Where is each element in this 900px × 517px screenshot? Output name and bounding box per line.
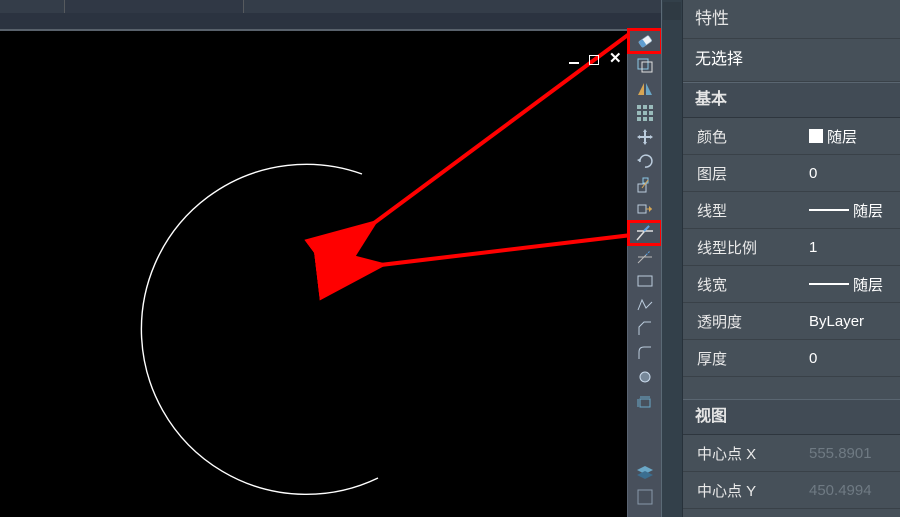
- drawing-viewport[interactable]: ✕: [0, 29, 627, 517]
- tool-fillet[interactable]: [628, 341, 662, 365]
- tool-extend[interactable]: [628, 245, 662, 269]
- tool-polyline[interactable]: [628, 293, 662, 317]
- chamfer-icon: [636, 320, 654, 338]
- tool-array[interactable]: [628, 101, 662, 125]
- prop-value-thickness[interactable]: 0: [809, 350, 900, 367]
- tool-copy-properties[interactable]: [628, 53, 662, 77]
- tool-scale[interactable]: [628, 173, 662, 197]
- eraser-icon: [635, 31, 655, 51]
- viewport-window-controls: ✕: [569, 55, 619, 65]
- move-icon: [636, 128, 654, 146]
- category-basic[interactable]: 基本: [683, 82, 900, 118]
- prop-row-center-y: 中心点 Y 450.4994: [683, 472, 900, 509]
- prop-value-color[interactable]: 随层: [809, 126, 900, 147]
- category-view[interactable]: 视图: [683, 399, 900, 435]
- prop-value-linetype[interactable]: 随层: [809, 200, 900, 221]
- explode-icon: [636, 392, 654, 410]
- prop-label: 线宽: [683, 274, 809, 295]
- layers-icon: [635, 463, 655, 483]
- tool-trim[interactable]: [628, 221, 662, 245]
- point-icon: [636, 368, 654, 386]
- stretch-icon: [636, 200, 654, 218]
- rotate-icon: [636, 152, 654, 170]
- tool-eraser[interactable]: [628, 29, 662, 53]
- close-icon[interactable]: ✕: [609, 55, 619, 65]
- properties-palette-grip[interactable]: [661, 0, 684, 517]
- tool-rectangle[interactable]: [628, 269, 662, 293]
- prop-label: 线型: [683, 200, 809, 221]
- arc-entity[interactable]: [141, 164, 378, 494]
- copy-properties-icon: [636, 56, 654, 74]
- tool-stretch[interactable]: [628, 197, 662, 221]
- prop-label: 颜色: [683, 126, 809, 147]
- polyline-icon: [636, 296, 654, 314]
- drawing-canvas[interactable]: [0, 29, 627, 517]
- tool-rotate[interactable]: [628, 149, 662, 173]
- prop-value-ltscale[interactable]: 1: [809, 239, 900, 256]
- prop-row-center-x: 中心点 X 555.8901: [683, 435, 900, 472]
- fillet-icon: [636, 344, 654, 362]
- prop-row-thickness: 厚度 0: [683, 340, 900, 377]
- app-root: ✕: [0, 0, 900, 517]
- tool-explode[interactable]: [628, 389, 662, 413]
- prop-row-lineweight: 线宽 随层: [683, 266, 900, 303]
- more-icon: [636, 488, 654, 506]
- annotation-arrow-trim: [372, 234, 627, 266]
- extend-icon: [636, 248, 654, 266]
- tool-point[interactable]: [628, 365, 662, 389]
- linetype-glyph-icon: [809, 209, 849, 211]
- prop-value-center-y[interactable]: 450.4994: [809, 482, 900, 499]
- properties-panel: 特性 无选择 基本 颜色 随层 图层 0 线型 随层 线型比例: [683, 0, 900, 517]
- tool-chamfer[interactable]: [628, 317, 662, 341]
- prop-label: 厚度: [683, 348, 809, 369]
- prop-label: 线型比例: [683, 237, 809, 258]
- modify-toolbar: [627, 29, 663, 517]
- maximize-icon[interactable]: [589, 55, 599, 65]
- lineweight-glyph-icon: [809, 283, 849, 285]
- rectangle-icon: [636, 272, 654, 290]
- trim-icon: [635, 223, 655, 243]
- prop-row-layer: 图层 0: [683, 155, 900, 192]
- prop-row-linetype: 线型 随层: [683, 192, 900, 229]
- document-tab[interactable]: [64, 0, 244, 13]
- prop-value-center-x[interactable]: 555.8901: [809, 445, 900, 462]
- prop-row-transparency: 透明度 ByLayer: [683, 303, 900, 340]
- mirror-icon: [636, 80, 654, 98]
- color-swatch-icon: [809, 129, 823, 143]
- prop-row-ltscale: 线型比例 1: [683, 229, 900, 266]
- scale-icon: [636, 176, 654, 194]
- selection-status[interactable]: 无选择: [683, 39, 900, 82]
- prop-value-layer[interactable]: 0: [809, 165, 900, 182]
- tool-layers[interactable]: [628, 461, 662, 485]
- array-icon: [636, 104, 654, 122]
- prop-label: 透明度: [683, 311, 809, 332]
- prop-label: 中心点 Y: [683, 480, 809, 501]
- prop-value-transparency[interactable]: ByLayer: [809, 313, 900, 330]
- minimize-icon[interactable]: [569, 55, 579, 65]
- tool-more[interactable]: [628, 485, 662, 509]
- properties-title: 特性: [683, 0, 900, 39]
- prop-row-color: 颜色 随层: [683, 118, 900, 155]
- prop-value-lineweight[interactable]: 随层: [809, 274, 900, 295]
- tool-mirror[interactable]: [628, 77, 662, 101]
- tool-move[interactable]: [628, 125, 662, 149]
- prop-label: 中心点 X: [683, 443, 809, 464]
- prop-label: 图层: [683, 163, 809, 184]
